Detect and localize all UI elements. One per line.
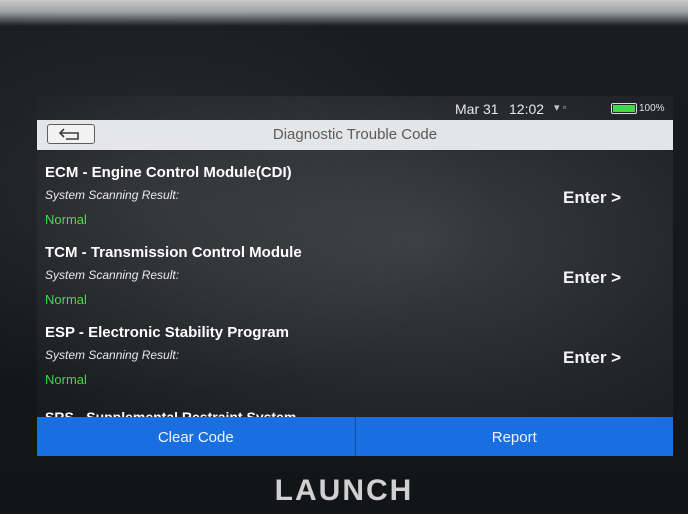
page-title: Diagnostic Trouble Code	[272, 126, 438, 143]
battery-percent: 100%	[639, 103, 665, 114]
module-name: ECM - Engine Control Module(CDI)	[45, 164, 292, 181]
module-row-srs-partial[interactable]: SRS - Supplemental Restraint System	[45, 410, 296, 417]
clear-code-button[interactable]: Clear Code	[37, 417, 356, 456]
status-bar: Mar 31 12:02 ▾ ◦ 100%	[37, 96, 673, 120]
scan-result-label: System Scanning Result:	[45, 188, 180, 202]
title-bar: Diagnostic Trouble Code	[37, 120, 673, 150]
device-screen: Mar 31 12:02 ▾ ◦ 100% Diagnostic Trouble…	[37, 96, 673, 456]
module-row-ecm[interactable]: ECM - Engine Control Module(CDI) System …	[37, 156, 673, 236]
module-name: ESP - Electronic Stability Program	[45, 324, 289, 341]
action-bar: Clear Code Report	[37, 417, 673, 456]
battery-level	[613, 105, 635, 112]
enter-button[interactable]: Enter >	[563, 268, 621, 288]
scan-result-status: Normal	[45, 372, 87, 387]
battery-icon	[611, 103, 637, 114]
signal-icon: ▾ ◦	[554, 102, 567, 114]
scan-result-label: System Scanning Result:	[45, 268, 180, 282]
module-row-tcm[interactable]: TCM - Transmission Control Module System…	[37, 236, 673, 316]
enter-button[interactable]: Enter >	[563, 348, 621, 368]
status-time: 12:02	[509, 101, 545, 117]
back-arrow-icon	[58, 128, 79, 140]
back-button[interactable]	[47, 124, 95, 144]
scan-result-label: System Scanning Result:	[45, 348, 180, 362]
module-list: ECM - Engine Control Module(CDI) System …	[37, 156, 673, 396]
scan-result-status: Normal	[45, 212, 87, 227]
status-date: Mar 31	[455, 101, 499, 117]
enter-button[interactable]: Enter >	[563, 188, 621, 208]
module-name: TCM - Transmission Control Module	[45, 244, 302, 261]
module-row-esp[interactable]: ESP - Electronic Stability Program Syste…	[37, 316, 673, 396]
report-button[interactable]: Report	[355, 417, 673, 456]
brand-logo: LAUNCH	[274, 474, 414, 507]
scan-result-status: Normal	[45, 292, 87, 307]
